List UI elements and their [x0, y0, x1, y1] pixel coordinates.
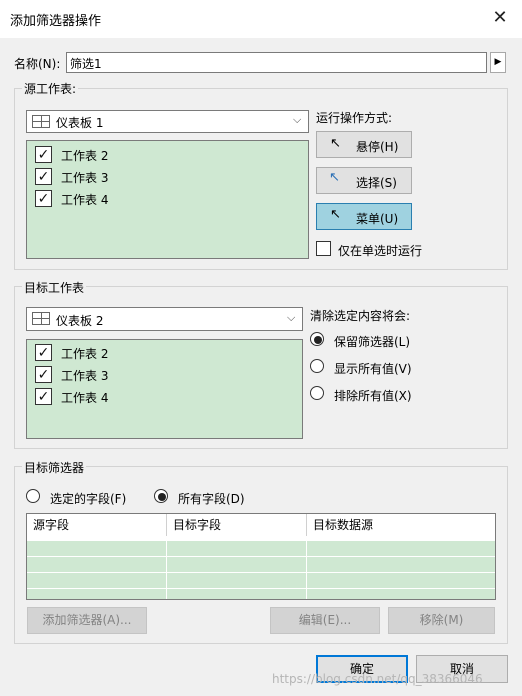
target-group-title: 目标工作表: [22, 279, 87, 296]
hover-button-label: 悬停(H): [356, 140, 399, 154]
name-menu-button[interactable]: ▶: [490, 52, 506, 73]
dialog-title: 添加筛选器操作: [10, 14, 102, 29]
close-icon[interactable]: ✕: [488, 8, 512, 30]
list-item: 工作表 4: [61, 391, 109, 405]
source-group-title: 源工作表:: [22, 80, 79, 97]
remove-filter-button[interactable]: 移除(M): [388, 607, 495, 634]
selected-fields-radio[interactable]: [26, 489, 40, 503]
show-all-values-label: 显示所有值(V): [334, 362, 412, 376]
all-fields-radio[interactable]: [154, 489, 168, 503]
exclude-all-values-label: 排除所有值(X): [334, 389, 412, 403]
exclude-all-values-radio[interactable]: [310, 386, 324, 400]
select-pointer-icon: ↖: [329, 170, 340, 185]
list-item: 工作表 3: [61, 369, 109, 383]
keep-filters-label: 保留筛选器(L): [334, 335, 411, 349]
list-item: 工作表 2: [61, 347, 109, 361]
only-single-select-label: 仅在单选时运行: [338, 244, 423, 258]
show-all-values-radio[interactable]: [310, 359, 324, 373]
pointer-icon: ↖: [330, 136, 341, 151]
keep-filters-radio[interactable]: [310, 332, 324, 346]
table-row: [27, 540, 495, 556]
only-single-select-checkbox[interactable]: [316, 241, 331, 256]
target-sheet-checkbox[interactable]: ✓: [35, 366, 52, 383]
list-item: 工作表 3: [61, 171, 109, 185]
table-row: [27, 556, 495, 572]
clear-selection-label: 清除选定内容将会:: [310, 309, 411, 323]
target-sheet-checkbox[interactable]: ✓: [35, 388, 52, 405]
source-sheet-checkbox[interactable]: ✓: [35, 146, 52, 163]
menu-pointer-icon: ↖: [330, 207, 341, 222]
target-combo-value: 仪表板 2: [56, 314, 104, 328]
table-row: [27, 588, 495, 599]
dashboard-icon: [32, 115, 50, 128]
source-combo-value: 仪表板 1: [56, 116, 104, 130]
all-fields-label: 所有字段(D): [178, 492, 245, 506]
select-button-label: 选择(S): [356, 176, 397, 190]
list-item: 工作表 2: [61, 149, 109, 163]
dashboard-icon: [32, 312, 50, 325]
target-sheet-checkbox[interactable]: ✓: [35, 344, 52, 361]
source-sheet-checkbox[interactable]: ✓: [35, 168, 52, 185]
chevron-down-icon: ⌵: [293, 113, 302, 126]
column-header-source-field[interactable]: 源字段: [27, 514, 167, 536]
selected-fields-label: 选定的字段(F): [50, 492, 127, 506]
menu-button-label: 菜单(U): [356, 212, 399, 226]
name-field[interactable]: 筛选1: [66, 52, 487, 73]
column-header-target-datasource[interactable]: 目标数据源: [307, 514, 495, 536]
run-mode-label: 运行操作方式:: [316, 111, 393, 125]
add-filter-button[interactable]: 添加筛选器(A)...: [27, 607, 147, 634]
filter-group-title: 目标筛选器: [22, 459, 87, 476]
source-sheet-checkbox[interactable]: ✓: [35, 190, 52, 207]
name-label: 名称(N):: [14, 57, 61, 71]
chevron-down-icon: ⌵: [287, 311, 296, 324]
column-header-target-field[interactable]: 目标字段: [167, 514, 307, 536]
column-divider: [306, 540, 307, 599]
column-divider: [166, 540, 167, 599]
watermark: https://blog.csdn.net/qq_38366046: [272, 672, 483, 686]
edit-filter-button[interactable]: 编辑(E)...: [270, 607, 380, 634]
list-item: 工作表 4: [61, 193, 109, 207]
table-row: [27, 572, 495, 588]
field-mapping-table: 源字段 目标字段 目标数据源: [26, 513, 496, 600]
